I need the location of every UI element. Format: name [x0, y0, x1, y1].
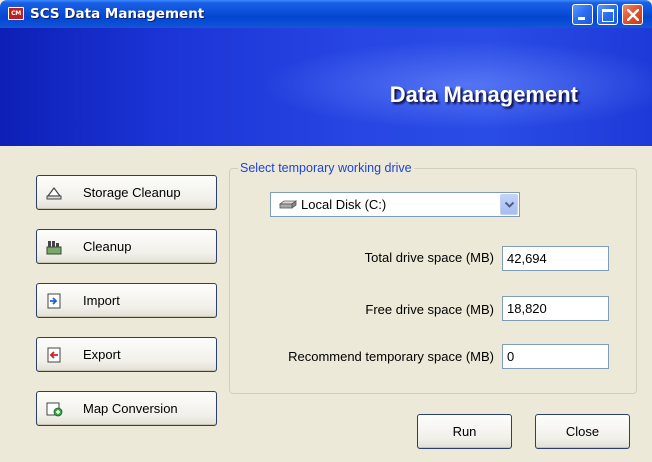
- cleanup-icon: [46, 241, 62, 255]
- close-window-button[interactable]: [622, 4, 643, 25]
- chevron-down-icon: [504, 201, 515, 208]
- map-conversion-button[interactable]: Map Conversion: [36, 391, 217, 426]
- drive-select-value: Local Disk (C:): [301, 197, 387, 212]
- free-space-input[interactable]: [502, 296, 609, 321]
- export-icon: [47, 347, 61, 363]
- minimize-button[interactable]: [572, 4, 593, 25]
- export-button[interactable]: Export: [36, 337, 217, 372]
- drive-dropdown-button[interactable]: [500, 194, 518, 215]
- header-banner: Data Management: [0, 28, 652, 146]
- storage-cleanup-icon: [46, 187, 62, 200]
- app-icon[interactable]: CM: [8, 7, 24, 20]
- drive-group-legend: Select temporary working drive: [238, 160, 414, 176]
- total-space-input[interactable]: [502, 246, 609, 271]
- import-icon: [47, 293, 61, 309]
- close-icon: [627, 9, 639, 21]
- maximize-button[interactable]: [597, 4, 618, 25]
- cleanup-label: Cleanup: [83, 239, 132, 254]
- recommend-space-input[interactable]: [502, 344, 609, 369]
- run-button[interactable]: Run: [417, 414, 512, 449]
- close-button[interactable]: Close: [535, 414, 630, 449]
- storage-cleanup-button[interactable]: Storage Cleanup: [36, 175, 217, 210]
- title-bar[interactable]: CM SCS Data Management: [0, 0, 652, 28]
- hard-disk-icon: [279, 200, 297, 209]
- banner-title: Data Management: [389, 82, 578, 107]
- import-label: Import: [83, 293, 120, 308]
- cleanup-button[interactable]: Cleanup: [36, 229, 217, 264]
- storage-cleanup-label: Storage Cleanup: [83, 185, 181, 200]
- free-space-label: Free drive space (MB): [365, 302, 494, 317]
- import-button[interactable]: Import: [36, 283, 217, 318]
- drive-select[interactable]: Local Disk (C:): [270, 192, 520, 217]
- app-window: CM SCS Data Management Data Management S…: [0, 0, 652, 462]
- window-title: SCS Data Management: [30, 6, 205, 22]
- total-space-label: Total drive space (MB): [364, 250, 494, 265]
- export-label: Export: [83, 347, 121, 362]
- recommend-space-label: Recommend temporary space (MB): [288, 349, 494, 364]
- map-conversion-icon: [46, 402, 63, 417]
- map-conversion-label: Map Conversion: [83, 401, 178, 416]
